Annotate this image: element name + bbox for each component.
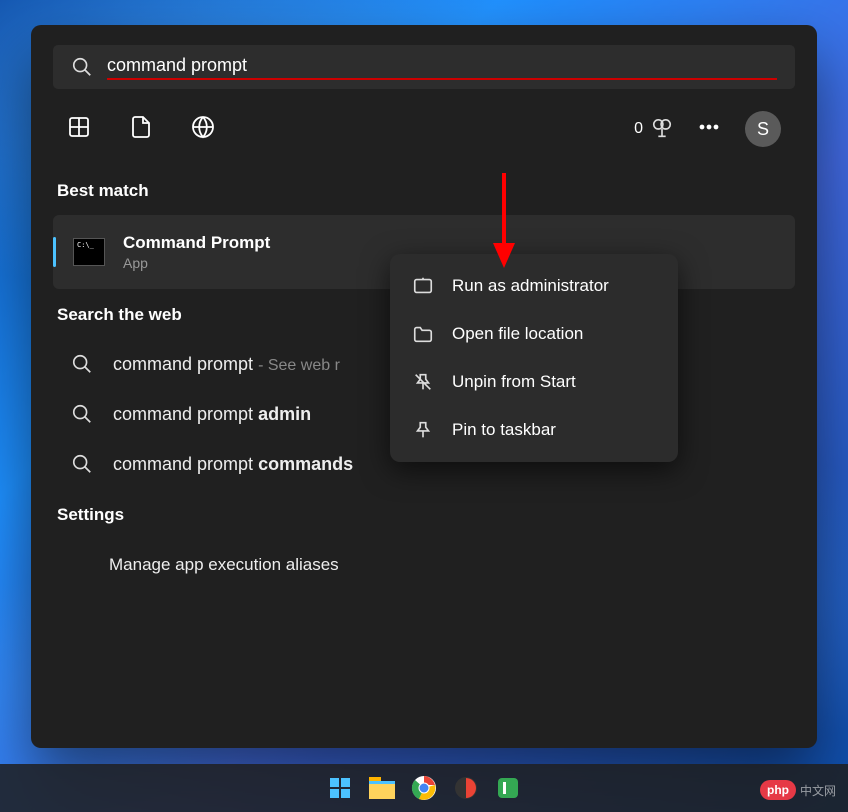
context-item-label: Unpin from Start: [452, 372, 576, 392]
search-icon: [71, 453, 93, 475]
rewards-points[interactable]: 0: [634, 118, 673, 140]
filter-toolbar: 0 S: [53, 89, 795, 165]
unpin-icon: [412, 371, 434, 393]
admin-shield-icon: [412, 275, 434, 297]
watermark: php 中文网: [760, 780, 836, 800]
watermark-badge: php: [760, 780, 796, 800]
avatar-initial: S: [757, 119, 769, 140]
app-icon-circle[interactable]: [452, 774, 480, 802]
context-menu-unpin-from-start[interactable]: Unpin from Start: [398, 358, 670, 406]
pin-icon: [412, 419, 434, 441]
best-match-title: Command Prompt: [123, 233, 270, 253]
web-result-query: command prompt: [113, 454, 258, 474]
watermark-text: 中文网: [800, 782, 836, 799]
points-count: 0: [634, 120, 643, 138]
best-match-subtitle: App: [123, 255, 270, 271]
documents-filter-icon[interactable]: [129, 115, 153, 144]
search-icon: [71, 403, 93, 425]
chrome-icon[interactable]: [410, 774, 438, 802]
search-bar[interactable]: [53, 45, 795, 89]
web-filter-icon[interactable]: [191, 115, 215, 144]
context-menu-pin-to-taskbar[interactable]: Pin to taskbar: [398, 406, 670, 454]
web-result-suffix: - See web r: [258, 357, 340, 374]
settings-result[interactable]: Manage app execution aliases: [53, 539, 795, 591]
more-options-icon[interactable]: [697, 115, 721, 144]
search-input[interactable]: [107, 55, 777, 80]
settings-item-label: Manage app execution aliases: [109, 555, 339, 574]
best-match-heading: Best match: [53, 181, 795, 201]
file-explorer-icon[interactable]: [368, 774, 396, 802]
web-result-bold: admin: [258, 404, 311, 424]
web-result-bold: commands: [258, 454, 353, 474]
web-result-query: command prompt: [113, 404, 258, 424]
app-icon-green[interactable]: [494, 774, 522, 802]
start-button[interactable]: [326, 774, 354, 802]
user-avatar[interactable]: S: [745, 111, 781, 147]
search-icon: [71, 353, 93, 375]
search-icon: [71, 56, 93, 78]
web-result-query: command prompt: [113, 354, 253, 374]
folder-icon: [412, 323, 434, 345]
rewards-icon: [651, 118, 673, 140]
context-item-label: Open file location: [452, 324, 583, 344]
context-menu-open-file-location[interactable]: Open file location: [398, 310, 670, 358]
context-menu: Run as administrator Open file location …: [390, 254, 678, 462]
command-prompt-app-icon: C:\_: [73, 238, 105, 266]
settings-heading: Settings: [53, 505, 795, 525]
context-item-label: Run as administrator: [452, 276, 609, 296]
context-item-label: Pin to taskbar: [452, 420, 556, 440]
apps-filter-icon[interactable]: [67, 115, 91, 144]
taskbar: [0, 764, 848, 812]
context-menu-run-as-admin[interactable]: Run as administrator: [398, 262, 670, 310]
